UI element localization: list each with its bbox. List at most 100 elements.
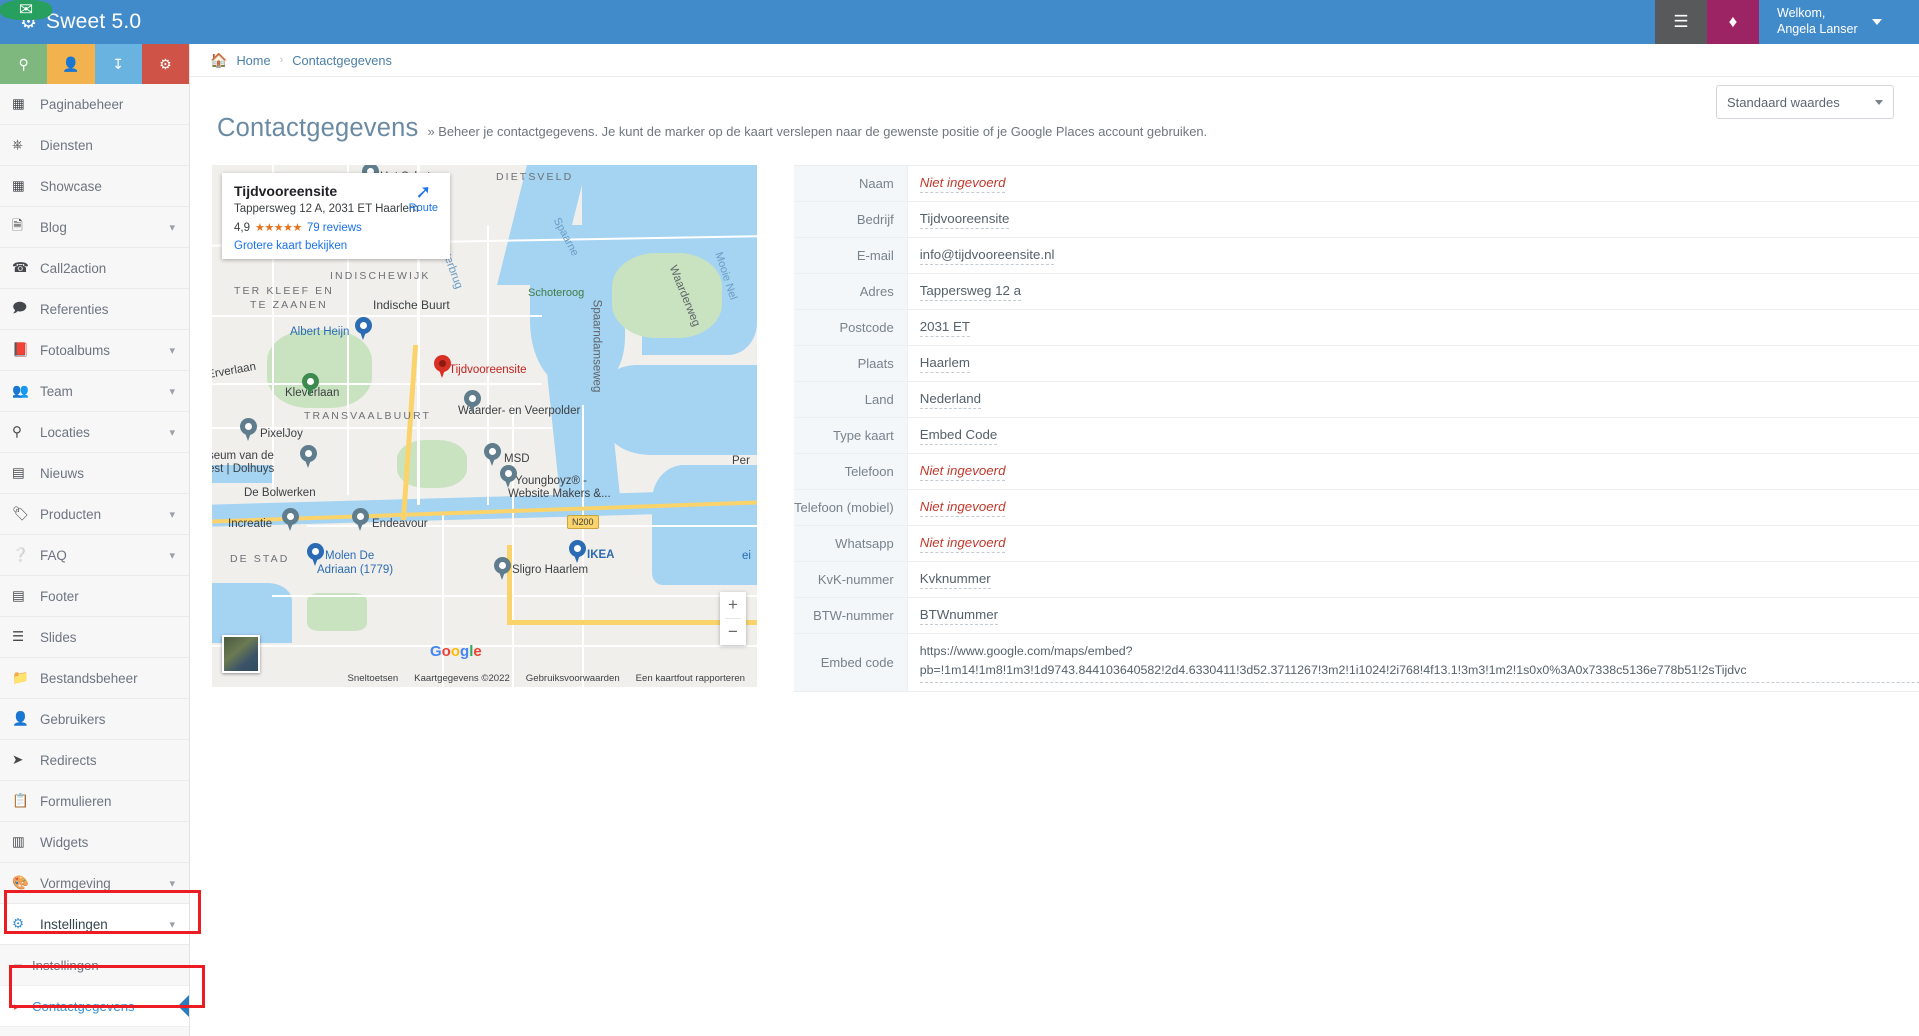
table-row: Land Nederland <box>794 381 1919 418</box>
map-pin-albert-heijn[interactable] <box>355 317 372 340</box>
map-footer-link[interactable]: Een kaartfout rapporteren <box>636 673 745 684</box>
field-value-cell: Nederland <box>907 382 1919 418</box>
larger-map-link[interactable]: Grotere kaart bekijken <box>234 240 438 252</box>
sidebar-item-diensten[interactable]: ⎈ Diensten <box>0 125 189 166</box>
location-quick-button[interactable]: ⚲ <box>0 44 48 84</box>
telefoon-field[interactable]: Niet ingevoerd <box>919 463 1006 481</box>
map-pin-ikea[interactable] <box>569 540 586 563</box>
sidebar-item-referenties[interactable]: 🗩 Referenties <box>0 289 189 330</box>
map-label: Indische Buurt <box>373 298 450 312</box>
table-row: Whatsapp Niet ingevoerd <box>794 525 1919 562</box>
sidebar-item-producten[interactable]: 🏷 Producten ▾ <box>0 494 189 535</box>
postcode-field[interactable]: 2031 ET <box>919 319 970 337</box>
envelope-icon[interactable]: ✉ <box>0 0 52 20</box>
bedrijf-field[interactable]: Tijdvooreensite <box>919 211 1010 229</box>
sidebar-item-label: Instellingen <box>40 916 108 932</box>
sidebar-item-blog[interactable]: 🗎 Blog ▾ <box>0 207 189 248</box>
plaats-field[interactable]: Haarlem <box>919 355 970 373</box>
map-label: Adriaan (1779) <box>317 564 394 576</box>
satellite-view-thumbnail[interactable] <box>222 635 260 673</box>
home-icon[interactable]: 🏠 <box>210 52 227 69</box>
embed-code-field[interactable]: https://www.google.com/maps/embed? pb=!1… <box>919 642 1919 684</box>
sidebar-item-paginabeheer[interactable]: ▦ Paginabeheer <box>0 84 189 125</box>
content-body: Het Schoter DIETSVELD Spaarne Mooie Nel … <box>190 143 1919 692</box>
standaard-waardes-select[interactable]: Standaard waardes <box>1716 85 1894 119</box>
map-label: Sligro Haarlem <box>512 564 589 576</box>
list-icon[interactable]: ☰ <box>1655 0 1707 44</box>
land-field[interactable]: Nederland <box>919 391 982 409</box>
sidebar-item-faq[interactable]: ❔ FAQ ▾ <box>0 535 189 576</box>
reviews-link[interactable]: 79 reviews <box>307 222 362 234</box>
info-card-address: Tappersweg 12 A, 2031 ET Haarlem <box>234 203 419 215</box>
table-row: Postcode 2031 ET <box>794 309 1919 346</box>
sidebar-subitem-instellingen[interactable]: ─ Instellingen <box>0 945 189 986</box>
map-footer-link: Kaartgegevens ©2022 <box>414 673 510 684</box>
map-pin-endeavour[interactable] <box>352 508 369 531</box>
sidebar-item-locaties[interactable]: ⚲ Locaties ▾ <box>0 412 189 453</box>
map-label: DE STAD <box>230 553 290 565</box>
info-card-rating-row: 4,9 ★★★★★ 79 reviews <box>234 221 438 235</box>
map-pin-sligro[interactable] <box>494 557 511 580</box>
diamond-icon[interactable]: ♦ <box>1707 0 1759 44</box>
chevron-down-icon: ▾ <box>169 508 175 521</box>
adres-field[interactable]: Tappersweg 12 a <box>919 283 1021 301</box>
download-quick-button[interactable]: ↧ <box>94 44 142 84</box>
map-label: Endeavour <box>372 518 428 530</box>
whatsapp-field[interactable]: Niet ingevoerd <box>919 535 1006 553</box>
sidebar-item-widgets[interactable]: ▥ Widgets <box>0 822 189 863</box>
field-label: Land <box>794 381 908 418</box>
sidebar-item-instellingen[interactable]: ⚙ Instellingen ▾ <box>0 904 189 945</box>
user-menu-button[interactable]: Welkom, Angela Lanser <box>1759 0 1919 44</box>
sidebar-item-team[interactable]: 👥 Team ▾ <box>0 371 189 412</box>
sliders-icon: ☰ <box>12 629 25 644</box>
naam-field[interactable]: Niet ingevoerd <box>919 175 1006 193</box>
settings-quick-button[interactable]: ⚙ <box>141 44 189 84</box>
kvk-nummer-field[interactable]: Kvknummer <box>919 571 991 589</box>
map-pin-pixeljoy[interactable] <box>240 418 257 441</box>
question-circle-icon: ❔ <box>12 547 29 562</box>
zoom-out-button[interactable]: − <box>720 619 746 645</box>
type-kaart-field[interactable]: Embed Code <box>919 427 998 445</box>
map-pin-molen-de-adriaan[interactable] <box>307 543 324 566</box>
sidebar-subitem-label: Instellingen <box>32 957 99 973</box>
google-map[interactable]: Het Schoter DIETSVELD Spaarne Mooie Nel … <box>212 165 757 687</box>
sidebar-item-vormgeving[interactable]: 🎨 Vormgeving ▾ <box>0 863 189 904</box>
map-pin-youngboyz[interactable] <box>500 465 517 488</box>
breadcrumb-home[interactable]: Home <box>236 53 270 68</box>
btw-nummer-field[interactable]: BTWnummer <box>919 607 999 625</box>
map-footer-link[interactable]: Sneltoetsen <box>348 673 399 684</box>
sidebar-item-showcase[interactable]: ▦ Showcase <box>0 166 189 207</box>
route-button[interactable]: ➚ Route <box>409 183 438 214</box>
sidebar-item-slides[interactable]: ☰ Slides <box>0 617 189 658</box>
map-label: Spaarndamseweg <box>590 299 603 393</box>
sidebar-subitem-openingstijden[interactable]: ─ Openingstijden <box>0 1027 189 1036</box>
sidebar-item-gebruikers[interactable]: 👤 Gebruikers <box>0 699 189 740</box>
sidebar-item-bestandsbeheer[interactable]: 📁 Bestandsbeheer <box>0 658 189 699</box>
cubes-icon: ⎈ <box>12 137 23 152</box>
zoom-in-button[interactable]: + <box>720 592 746 618</box>
sidebar-item-formulieren[interactable]: 📋 Formulieren <box>0 781 189 822</box>
sidebar-item-label: Nieuws <box>40 465 84 481</box>
map-pin-waarder-veerpolder[interactable] <box>464 390 481 413</box>
map-footer-link[interactable]: Gebruiksvoorwaarden <box>526 673 620 684</box>
sidebar-item-call2action[interactable]: ☎ Call2action <box>0 248 189 289</box>
map-pin-tijdvooreensite[interactable] <box>434 355 451 378</box>
telefoon-mobiel-field[interactable]: Niet ingevoerd <box>919 499 1006 517</box>
sidebar-item-footer[interactable]: ▤ Footer <box>0 576 189 617</box>
sidebar-item-redirects[interactable]: ➤ Redirects <box>0 740 189 781</box>
map-label: Tijdvooreensite <box>449 364 527 376</box>
sidebar-item-nieuws[interactable]: ▤ Nieuws <box>0 453 189 494</box>
email-field[interactable]: info@tijdvooreensite.nl <box>919 247 1055 265</box>
logo-letter: G <box>430 643 442 660</box>
contact-details-table: Naam Niet ingevoerd Bedrijf Tijdvooreens… <box>794 165 1919 692</box>
map-pin-kleverlaan[interactable] <box>302 373 319 396</box>
map-pin-increatie[interactable] <box>282 508 299 531</box>
map-pin-dolhuys[interactable] <box>300 445 317 468</box>
sidebar-item-fotoalbums[interactable]: 📕 Fotoalbums ▾ <box>0 330 189 371</box>
user-quick-button[interactable]: 👤 <box>47 44 95 84</box>
sidebar-subitem-contactgegevens[interactable]: ▸ Contactgegevens <box>0 986 189 1027</box>
sidebar-item-label: Gebruikers <box>40 711 106 727</box>
sidebar: ⚲ 👤 ↧ ⚙ ▦ Paginabeheer ⎈ Diensten ▦ Show… <box>0 44 190 1036</box>
map-pin-msd[interactable] <box>484 443 501 466</box>
map-info-card[interactable]: Tijdvooreensite Tappersweg 12 A, 2031 ET… <box>222 173 450 259</box>
